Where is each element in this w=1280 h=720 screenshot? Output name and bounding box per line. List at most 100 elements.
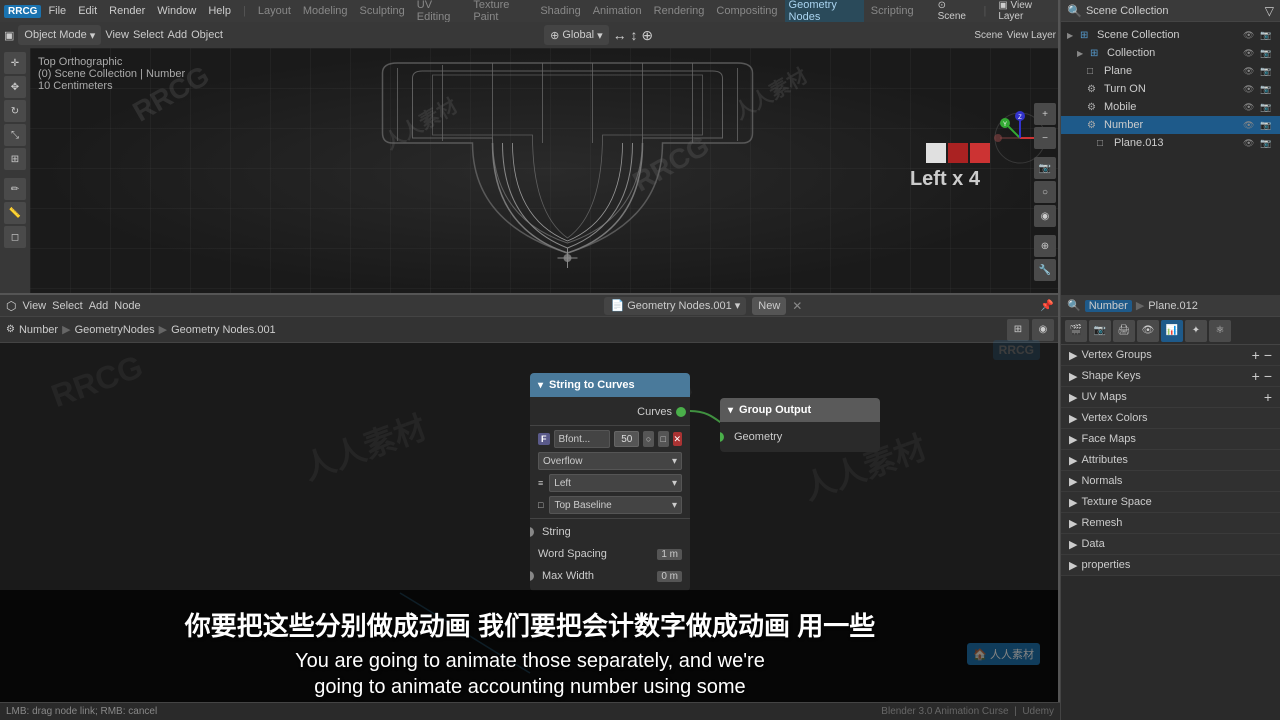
menu-texture-paint[interactable]: Texture Paint: [468, 0, 533, 23]
node-pin-btn[interactable]: 📌: [1040, 299, 1054, 312]
menu-scripting[interactable]: Scripting: [866, 5, 919, 17]
node-new-btn[interactable]: New: [752, 297, 786, 315]
add-shape-key-btn[interactable]: +: [1252, 368, 1260, 384]
editor-type-icon[interactable]: ▣: [4, 29, 14, 42]
annotate-tool[interactable]: ✏: [4, 178, 26, 200]
node-display-btn[interactable]: ◉: [1032, 319, 1054, 341]
breadcrumb-item-1[interactable]: ⚙: [6, 324, 15, 335]
remove-shape-key-btn[interactable]: −: [1264, 368, 1272, 384]
swatch-red2[interactable]: [970, 143, 990, 163]
menu-modeling[interactable]: Modeling: [298, 5, 353, 17]
font-size-input[interactable]: 50: [614, 431, 639, 447]
menu-window[interactable]: Window: [152, 5, 201, 17]
menu-compositing[interactable]: Compositing: [711, 5, 782, 17]
node-node-menu[interactable]: Node: [114, 300, 140, 312]
font-remove-btn[interactable]: ✕: [673, 432, 682, 446]
menu-shading[interactable]: Shading: [535, 5, 585, 17]
menu-edit[interactable]: Edit: [73, 5, 102, 17]
scene-selector[interactable]: ⊙ Scene: [933, 0, 977, 22]
max-width-socket[interactable]: [530, 571, 534, 581]
move-tool[interactable]: ✥: [4, 76, 26, 98]
viewport-3d[interactable]: RRCG 人人素材 RRCG 人人素材: [30, 48, 1060, 295]
tree-item-collection[interactable]: ▶ ⊞ Collection 👁 📷: [1061, 44, 1280, 62]
swatch-white[interactable]: [926, 143, 946, 163]
node-view-menu[interactable]: View: [22, 300, 46, 312]
face-maps-header[interactable]: ▶ Face Maps: [1061, 429, 1280, 449]
object-menu[interactable]: Object: [191, 29, 223, 41]
display-mode-btn[interactable]: ◉: [1034, 205, 1056, 227]
normals-header[interactable]: ▶ Normals: [1061, 471, 1280, 491]
scale-tool[interactable]: ⤡: [4, 124, 26, 146]
measure-tool[interactable]: 📏: [4, 202, 26, 224]
node-group-output-collapse[interactable]: ▾: [728, 405, 733, 416]
remesh-header[interactable]: ▶ Remesh: [1061, 513, 1280, 533]
node-close-btn[interactable]: ✕: [792, 299, 802, 313]
tree-item-plane[interactable]: □ Plane 👁 📷: [1061, 62, 1280, 80]
prop-btn-scene[interactable]: 🎬: [1065, 320, 1087, 342]
menu-sculpting[interactable]: Sculpting: [355, 5, 410, 17]
font-type-icon[interactable]: F: [538, 433, 550, 445]
add-vertex-group-btn[interactable]: +: [1252, 347, 1260, 363]
breadcrumb-number[interactable]: Number: [19, 324, 58, 336]
node-select-menu[interactable]: Select: [52, 300, 83, 312]
font-icon-btn1[interactable]: ○: [643, 431, 654, 447]
node-group-output[interactable]: ▾ Group Output Geometry: [720, 398, 880, 452]
zoom-out-btn[interactable]: −: [1034, 127, 1056, 149]
texture-space-header[interactable]: ▶ Texture Space: [1061, 492, 1280, 512]
filter-icon[interactable]: ▽: [1265, 4, 1274, 18]
prop-btn-particles[interactable]: ✦: [1185, 320, 1207, 342]
select-menu[interactable]: Select: [133, 29, 164, 41]
snap-btn[interactable]: 🔧: [1034, 259, 1056, 281]
max-width-value[interactable]: 0 m: [657, 571, 682, 582]
tree-item-turn-on[interactable]: ⚙ Turn ON 👁 📷: [1061, 80, 1280, 98]
menu-layout[interactable]: Layout: [253, 5, 296, 17]
breadcrumb-geo-nodes[interactable]: GeometryNodes: [75, 324, 155, 336]
font-icon-btn2[interactable]: □: [658, 431, 669, 447]
node-collapse-arrow[interactable]: ▾: [538, 380, 543, 391]
rotate-tool[interactable]: ↻: [4, 100, 26, 122]
menu-file[interactable]: File: [43, 5, 71, 17]
menu-render[interactable]: Render: [104, 5, 150, 17]
font-selector[interactable]: Bfont...: [554, 430, 611, 448]
shape-keys-header[interactable]: ▶ Shape Keys + −: [1061, 366, 1280, 386]
prop-btn-output[interactable]: 🖨: [1113, 320, 1135, 342]
breadcrumb-geo-nodes-001[interactable]: Geometry Nodes.001: [171, 324, 276, 336]
data-header[interactable]: ▶ Data: [1061, 534, 1280, 554]
add-menu[interactable]: Add: [168, 29, 188, 41]
tree-item-number[interactable]: ⚙ Number 👁 📷: [1061, 116, 1280, 134]
add-uv-map-btn[interactable]: +: [1264, 389, 1272, 405]
view-layer-selector[interactable]: ▣ View Layer: [993, 0, 1056, 22]
add-cube-tool[interactable]: ◻: [4, 226, 26, 248]
align-dropdown[interactable]: Left ▾: [549, 474, 682, 492]
node-file-selector[interactable]: 📄 Geometry Nodes.001 ▾: [604, 297, 746, 315]
uv-maps-header[interactable]: ▶ UV Maps +: [1061, 387, 1280, 407]
node-add-menu[interactable]: Add: [89, 300, 109, 312]
swatch-red[interactable]: [948, 143, 968, 163]
node-string-to-curves[interactable]: ▾ String to Curves Curves F Bfont... 50 …: [530, 373, 690, 591]
search-icon[interactable]: 🔍: [1067, 4, 1082, 18]
prop-btn-view[interactable]: 👁: [1137, 320, 1159, 342]
geometry-input-socket[interactable]: [720, 432, 724, 442]
view-all-btn[interactable]: ⊞: [1007, 319, 1029, 341]
menu-rendering[interactable]: Rendering: [649, 5, 710, 17]
tree-item-plane-013[interactable]: □ Plane.013 👁 📷: [1061, 134, 1280, 152]
wireframe-btn[interactable]: ○: [1034, 181, 1056, 203]
proportional-edit-btn[interactable]: ⊕: [1034, 235, 1056, 257]
remove-vertex-group-btn[interactable]: −: [1264, 347, 1272, 363]
transform-tool[interactable]: ⊞: [4, 148, 26, 170]
prop-btn-physics[interactable]: ⚛: [1209, 320, 1231, 342]
tree-item-mobile[interactable]: ⚙ Mobile 👁 📷: [1061, 98, 1280, 116]
baseline-dropdown[interactable]: Top Baseline ▾: [549, 496, 682, 514]
editor-type-node-icon[interactable]: ⬡: [6, 299, 16, 313]
vertex-groups-header[interactable]: ▶ Vertex Groups + −: [1061, 345, 1280, 365]
menu-geometry-nodes[interactable]: Geometry Nodes: [785, 0, 864, 24]
properties-sub-header[interactable]: ▶ properties: [1061, 555, 1280, 575]
prop-btn-render[interactable]: 📷: [1089, 320, 1111, 342]
menu-animation[interactable]: Animation: [588, 5, 647, 17]
attributes-header[interactable]: ▶ Attributes: [1061, 450, 1280, 470]
menu-help[interactable]: Help: [203, 5, 236, 17]
prop-btn-data[interactable]: 📊: [1161, 320, 1183, 342]
menu-uv-editing[interactable]: UV Editing: [412, 0, 467, 23]
camera-view-btn[interactable]: 📷: [1034, 157, 1056, 179]
transform-selector[interactable]: ⊕Global▾: [544, 25, 609, 45]
